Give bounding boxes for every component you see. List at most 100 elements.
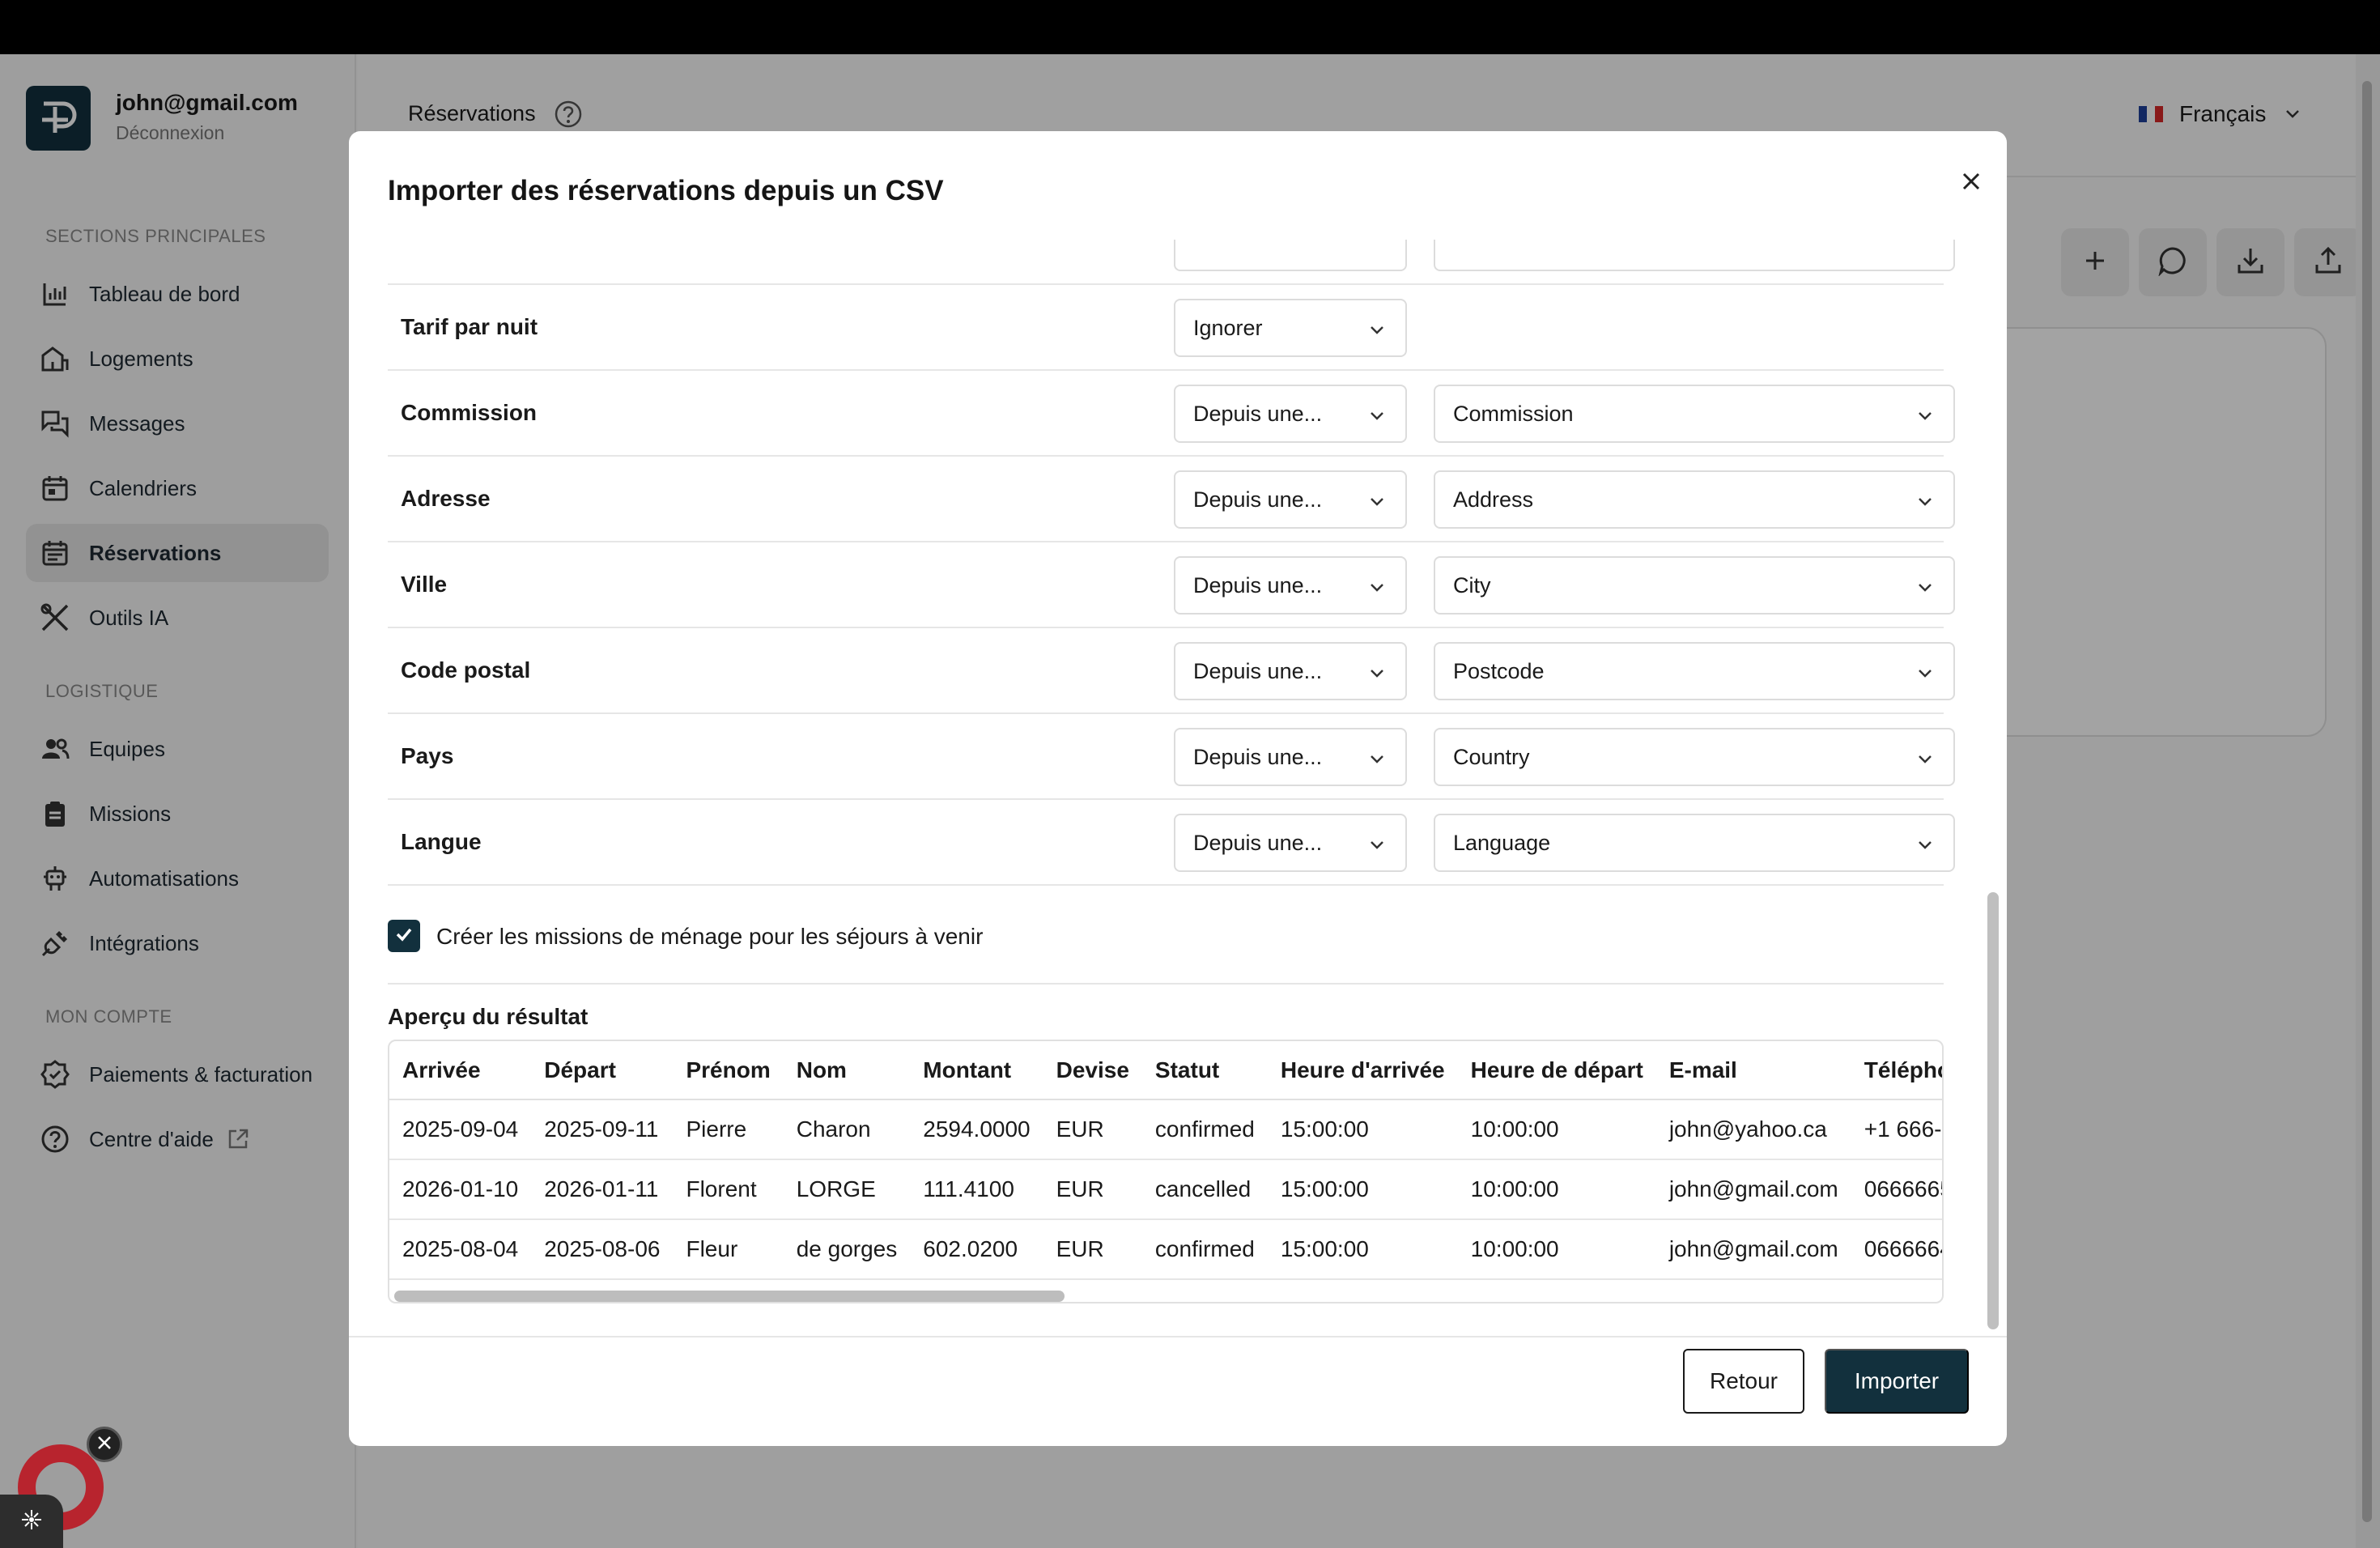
select-value: Language (1453, 830, 1551, 855)
table-cell: 10:00:00 (1457, 1219, 1656, 1280)
select-value: Depuis une... (1193, 830, 1323, 855)
mapping-row: Pays Depuis une... Country (388, 714, 1955, 800)
chevron-down-icon (1368, 491, 1386, 517)
source-select[interactable]: Depuis une... (1174, 814, 1407, 872)
chevron-down-icon (1916, 406, 1934, 431)
select-value: Depuis une... (1193, 487, 1323, 512)
mapping-row: Commission Depuis une... Commission (388, 371, 1955, 457)
preview-horizontal-scrollbar[interactable] (394, 1291, 1065, 1302)
select-value: Depuis une... (1193, 658, 1323, 683)
table-cell: cancelled (1141, 1159, 1268, 1220)
table-cell: +1 666-826 (1851, 1099, 1942, 1160)
modal-scrollbar-thumb[interactable] (1987, 892, 1999, 1329)
column-select[interactable] (1434, 240, 1955, 271)
column-header: Nom (783, 1041, 911, 1100)
table-row: 2025-08-04 2025-08-06 Fleur de gorges 60… (389, 1219, 1942, 1280)
table-cell: 2025-08-04 (389, 1219, 532, 1280)
field-name: Pays (401, 743, 454, 768)
column-header: Prénom (673, 1041, 784, 1100)
table-cell: Charon (783, 1099, 911, 1160)
field-name: Tarif par nuit (401, 314, 538, 339)
preview-table: Arrivée Départ Prénom Nom Montant Devise… (389, 1041, 1942, 1280)
source-select[interactable]: Ignorer (1174, 299, 1407, 357)
table-cell: 2594.0000 (910, 1099, 1043, 1160)
table-cell: confirmed (1141, 1099, 1268, 1160)
column-select[interactable]: Commission (1434, 385, 1955, 443)
chevron-down-icon (1916, 663, 1934, 688)
table-cell: EUR (1043, 1099, 1142, 1160)
column-header: E-mail (1655, 1041, 1851, 1100)
table-cell: 10:00:00 (1457, 1099, 1656, 1160)
table-cell: 15:00:00 (1267, 1219, 1458, 1280)
source-select[interactable] (1174, 240, 1407, 271)
column-header: Heure d'arrivée (1267, 1041, 1458, 1100)
table-header-row: Arrivée Départ Prénom Nom Montant Devise… (389, 1041, 1942, 1100)
field-name: Adresse (401, 486, 491, 511)
select-value: Depuis une... (1193, 572, 1323, 598)
column-select[interactable]: Language (1434, 814, 1955, 872)
mapping-row: Ville Depuis une... City (388, 542, 1955, 628)
preview-table-container: Arrivée Départ Prénom Nom Montant Devise… (388, 1040, 1944, 1303)
table-cell: 2026-01-11 (531, 1159, 674, 1220)
mapping-row: Code postal Depuis une... Postcode (388, 628, 1955, 714)
modal-title: Importer des réservations depuis un CSV (388, 175, 944, 206)
chevron-down-icon (1368, 320, 1386, 345)
source-select[interactable]: Depuis une... (1174, 642, 1407, 700)
column-header: Statut (1141, 1041, 1268, 1100)
cleaning-missions-option: Créer les missions de ménage pour les sé… (388, 886, 1944, 985)
import-csv-modal: Importer des réservations depuis un CSV … (349, 131, 2007, 1446)
table-row: 2026-01-10 2026-01-11 Florent LORGE 111.… (389, 1159, 1942, 1220)
source-select[interactable]: Depuis une... (1174, 385, 1407, 443)
table-cell: 602.0200 (910, 1219, 1043, 1280)
column-select[interactable]: Postcode (1434, 642, 1955, 700)
preview-title: Aperçu du résultat (388, 1004, 589, 1029)
field-name: Ville (401, 572, 448, 597)
table-cell: 066666565 (1851, 1159, 1942, 1220)
chevron-down-icon (1916, 491, 1934, 517)
column-header: Montant (910, 1041, 1043, 1100)
modal-body: Tarif par nuit Ignorer Commission Depuis… (349, 240, 2007, 1336)
column-select[interactable]: Address (1434, 470, 1955, 529)
table-cell: Pierre (673, 1099, 784, 1160)
table-cell: LORGE (783, 1159, 911, 1220)
cleaning-missions-checkbox[interactable] (388, 920, 420, 952)
chevron-down-icon (1916, 835, 1934, 860)
modal-close-button[interactable] (1949, 160, 1994, 206)
table-cell: Florent (673, 1159, 784, 1220)
select-value: Address (1453, 487, 1534, 512)
table-cell: EUR (1043, 1219, 1142, 1280)
table-cell: 15:00:00 (1267, 1099, 1458, 1160)
select-value: Commission (1453, 401, 1574, 426)
chevron-down-icon (1368, 749, 1386, 774)
select-value: Country (1453, 744, 1530, 769)
source-select[interactable]: Depuis une... (1174, 470, 1407, 529)
table-cell: 2025-09-11 (531, 1099, 674, 1160)
import-button[interactable]: Importer (1825, 1349, 1969, 1414)
checkbox-label[interactable]: Créer les missions de ménage pour les sé… (436, 924, 983, 950)
modal-footer: Retour Importer (349, 1336, 2007, 1446)
column-select[interactable]: Country (1434, 728, 1955, 786)
widget-tab[interactable] (0, 1495, 63, 1548)
table-row: 2025-09-04 2025-09-11 Pierre Charon 2594… (389, 1099, 1942, 1160)
field-name: Langue (401, 829, 482, 854)
table-cell: 111.4100 (910, 1159, 1043, 1220)
source-select[interactable]: Depuis une... (1174, 728, 1407, 786)
back-button[interactable]: Retour (1683, 1349, 1804, 1414)
select-value: Postcode (1453, 658, 1545, 683)
close-icon (96, 1435, 113, 1455)
chevron-down-icon (1368, 577, 1386, 602)
source-select[interactable]: Depuis une... (1174, 556, 1407, 615)
table-cell: 2025-09-04 (389, 1099, 532, 1160)
table-cell: john@gmail.com (1655, 1219, 1851, 1280)
column-select[interactable]: City (1434, 556, 1955, 615)
mapping-row: Tarif par nuit Ignorer (388, 285, 1944, 371)
table-cell: 2026-01-10 (389, 1159, 532, 1220)
widget-close-button[interactable] (87, 1427, 122, 1462)
table-cell: EUR (1043, 1159, 1142, 1220)
field-name: Commission (401, 400, 538, 425)
table-cell: de gorges (783, 1219, 911, 1280)
field-name: Code postal (401, 657, 531, 683)
chevron-down-icon (1916, 749, 1934, 774)
mapping-row-hidden (388, 240, 1955, 285)
column-header: Départ (531, 1041, 674, 1100)
